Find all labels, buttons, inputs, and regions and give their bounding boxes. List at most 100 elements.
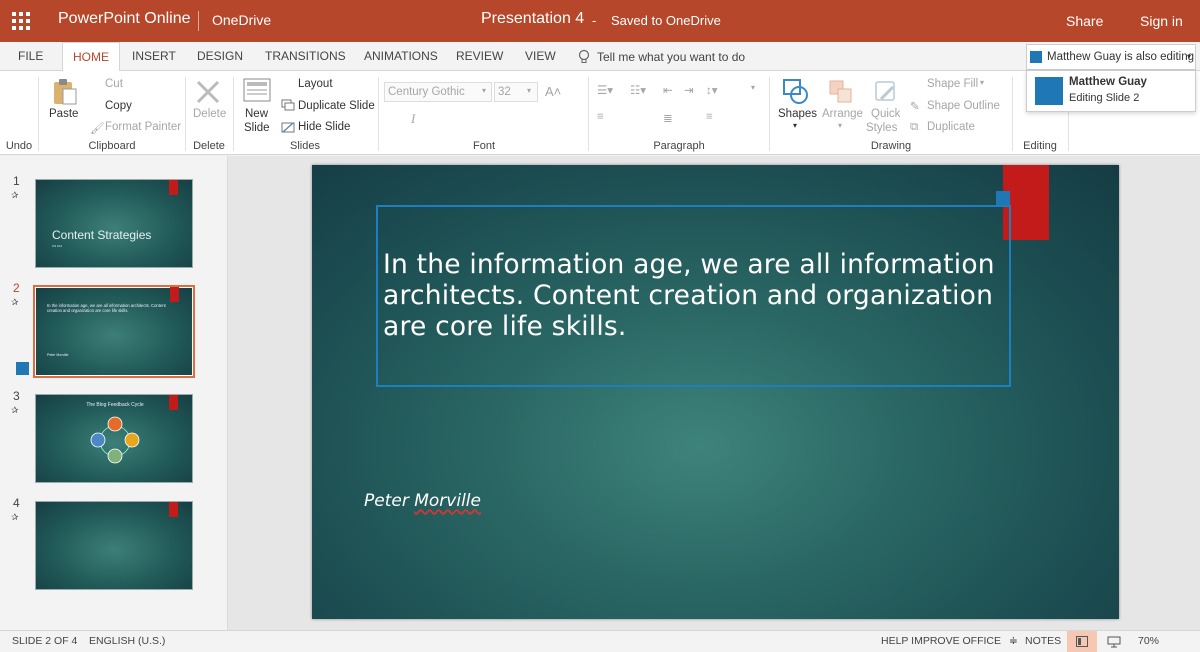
- language-indicator[interactable]: ENGLISH (U.S.): [89, 635, 165, 647]
- chevron-down-icon[interactable]: ▾: [838, 121, 842, 130]
- slide-thumbnail-2[interactable]: In the information age, we are all infor…: [33, 285, 195, 378]
- italic-button[interactable]: I: [411, 111, 415, 127]
- slide-accent: [169, 502, 178, 517]
- hide-slide-button[interactable]: Hide Slide: [298, 121, 350, 133]
- slide-number: 1: [13, 174, 20, 188]
- paste-icon[interactable]: [52, 78, 78, 106]
- app-launcher-icon[interactable]: [12, 12, 30, 30]
- slide-counter: SLIDE 2 OF 4: [12, 635, 78, 647]
- decrease-indent-icon[interactable]: ⇤: [663, 83, 673, 97]
- notes-icon[interactable]: ≑: [1009, 635, 1018, 647]
- onedrive-link[interactable]: OneDrive: [212, 12, 271, 28]
- copy-button[interactable]: Copy: [105, 100, 132, 112]
- grow-font-icon[interactable]: A˄: [545, 84, 561, 99]
- help-improve-link[interactable]: HELP IMPROVE OFFICE: [881, 635, 1001, 647]
- current-slide[interactable]: In the information age, we are all infor…: [312, 165, 1119, 619]
- drawing-group-label: Drawing: [870, 140, 912, 152]
- share-button[interactable]: Share: [1066, 13, 1103, 29]
- paragraph-group-label: Paragraph: [653, 140, 705, 152]
- tab-file[interactable]: FILE: [8, 42, 53, 71]
- cut-button[interactable]: Cut: [105, 78, 123, 90]
- divider: [588, 77, 589, 151]
- new-slide-label-line2[interactable]: Slide: [244, 122, 270, 134]
- tab-transitions[interactable]: TRANSITIONS: [255, 42, 356, 71]
- bullets-icon[interactable]: ☰▾: [597, 83, 613, 97]
- align-left-icon[interactable]: ≡: [597, 111, 604, 123]
- document-title[interactable]: Presentation 4: [481, 10, 584, 28]
- line-spacing-icon[interactable]: ↕▾: [706, 83, 718, 97]
- shape-outline-icon[interactable]: ✎: [910, 99, 920, 113]
- notes-button[interactable]: NOTES: [1025, 635, 1061, 647]
- shapes-button[interactable]: Shapes: [778, 108, 817, 120]
- shape-outline-button[interactable]: Shape Outline: [927, 100, 1000, 112]
- divider: [378, 77, 379, 151]
- numbering-icon[interactable]: ☷▾: [630, 83, 646, 97]
- quick-styles-icon[interactable]: [873, 79, 899, 105]
- coauthor-name: Matthew Guay: [1069, 76, 1147, 88]
- duplicate-icon[interactable]: ⧉: [910, 121, 918, 134]
- font-name-dropdown[interactable]: Century Gothic ▾: [384, 82, 492, 102]
- tab-design[interactable]: DESIGN: [187, 42, 253, 71]
- increase-indent-icon[interactable]: ⇥: [684, 83, 694, 97]
- undo-group-label[interactable]: Undo: [6, 140, 32, 152]
- duplicate-slide-icon[interactable]: [281, 99, 295, 112]
- coauthor-button[interactable]: Matthew Guay is also editing ▾: [1026, 44, 1196, 70]
- tab-review[interactable]: REVIEW: [446, 42, 513, 71]
- chevron-down-icon: ▾: [482, 86, 487, 95]
- sign-in-button[interactable]: Sign in: [1140, 13, 1183, 29]
- slideshow-icon[interactable]: [1107, 636, 1121, 648]
- clipboard-group-label: Clipboard: [88, 140, 136, 152]
- slide-body-text[interactable]: In the information age, we are all infor…: [383, 249, 1003, 342]
- tab-insert[interactable]: INSERT: [122, 42, 186, 71]
- cycle-diagram-icon: [90, 416, 140, 464]
- slide-accent: [170, 287, 179, 302]
- app-name[interactable]: PowerPoint Online: [58, 10, 191, 28]
- new-slide-label-line1[interactable]: New: [245, 108, 268, 120]
- delete-icon[interactable]: [195, 79, 221, 105]
- format-painter-icon[interactable]: 🖌: [90, 121, 105, 135]
- shape-fill-button[interactable]: Shape Fill: [927, 78, 978, 90]
- arrange-button[interactable]: Arrange: [822, 108, 863, 120]
- star-icon: ✰: [11, 405, 19, 415]
- tab-home[interactable]: HOME: [62, 42, 120, 72]
- tell-me-search[interactable]: Tell me what you want to do: [597, 50, 745, 64]
- ribbon: Undo Paste Cut Copy 🖌 Format Painter Cli…: [0, 71, 1200, 155]
- chevron-down-icon: ▾: [527, 86, 532, 95]
- lightbulb-icon: [578, 49, 590, 63]
- align-right-icon[interactable]: ≡: [706, 111, 713, 123]
- slide-signature[interactable]: Peter Morville: [364, 491, 481, 511]
- slide-accent: [169, 180, 178, 195]
- quick-styles-label-line2[interactable]: Styles: [866, 122, 897, 134]
- chevron-down-icon[interactable]: ▾: [980, 78, 984, 87]
- layout-button[interactable]: Layout: [298, 78, 333, 90]
- slide-thumbnail-1[interactable]: Content Strategies CS 101: [35, 179, 193, 268]
- tab-view[interactable]: VIEW: [515, 42, 566, 71]
- signature-last-name: Morville: [414, 491, 481, 511]
- delete-button[interactable]: Delete: [193, 108, 226, 120]
- font-size-dropdown[interactable]: 32 ▾: [494, 82, 538, 102]
- chevron-down-icon[interactable]: ▾: [751, 83, 755, 92]
- signature-first-name: Peter: [364, 491, 415, 511]
- hide-slide-icon[interactable]: [281, 121, 295, 134]
- star-icon: ✰: [11, 512, 19, 522]
- coauthor-cursor-marker: [996, 191, 1010, 205]
- shapes-icon[interactable]: [781, 77, 811, 107]
- divider: [198, 11, 199, 31]
- duplicate-button[interactable]: Duplicate: [927, 121, 975, 133]
- thumbnail-body: In the information age, we are all infor…: [47, 303, 166, 313]
- paste-button[interactable]: Paste: [49, 108, 78, 120]
- tab-animations[interactable]: ANIMATIONS: [354, 42, 448, 71]
- coauthor-label: Matthew Guay is also editing: [1047, 51, 1195, 63]
- zoom-level[interactable]: 70%: [1138, 635, 1159, 647]
- slide-thumbnail-4[interactable]: [35, 501, 193, 590]
- quick-styles-label-line1[interactable]: Quick: [871, 108, 900, 120]
- chevron-down-icon[interactable]: ▾: [793, 121, 797, 130]
- arrange-icon[interactable]: [828, 79, 854, 105]
- new-slide-icon[interactable]: [243, 78, 271, 102]
- font-name-value: Century Gothic: [388, 86, 465, 98]
- normal-view-button[interactable]: [1067, 631, 1097, 652]
- align-center-icon[interactable]: ≣: [663, 111, 673, 125]
- format-painter-button[interactable]: Format Painter: [105, 121, 181, 133]
- slide-thumbnail-3[interactable]: The Blog Feedback Cycle: [35, 394, 193, 483]
- duplicate-slide-button[interactable]: Duplicate Slide: [298, 100, 375, 112]
